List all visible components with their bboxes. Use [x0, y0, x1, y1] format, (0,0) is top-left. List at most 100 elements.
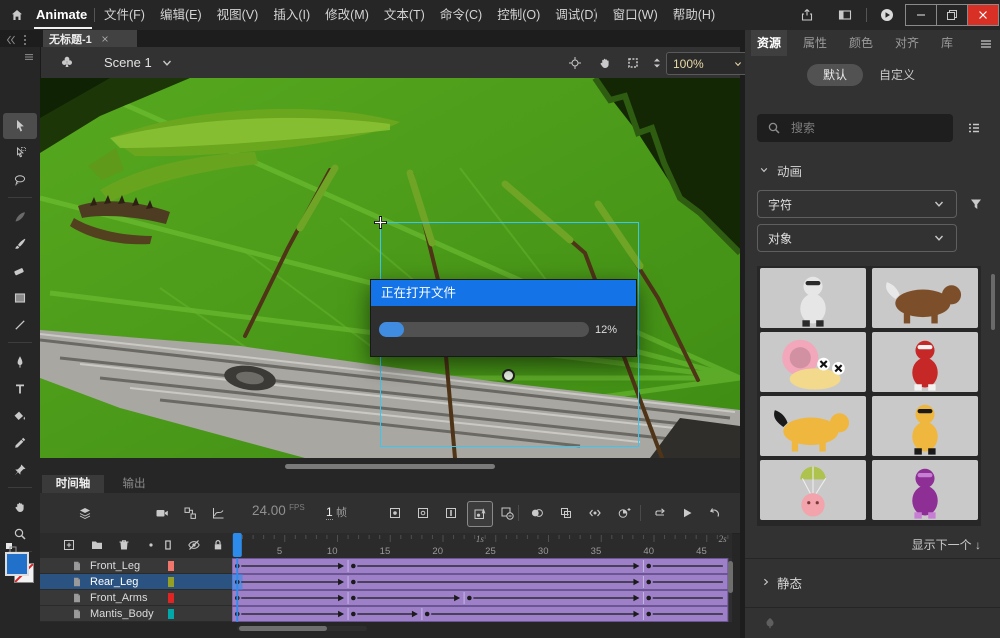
asset-thumbnail-werewolf[interactable]	[872, 268, 978, 328]
section-chevron-icon[interactable]	[760, 576, 771, 587]
panel-tab-属性[interactable]: 属性	[797, 30, 833, 56]
graph-editor-icon[interactable]	[211, 506, 225, 520]
outline-column-icon[interactable]	[161, 538, 175, 552]
timeline-tab-输出[interactable]: 输出	[110, 475, 158, 493]
timeline-frame-grid[interactable]	[232, 558, 732, 622]
edit-symbols-icon[interactable]	[60, 55, 74, 69]
share-icon[interactable]	[800, 8, 814, 22]
panel-tab-资源[interactable]: 资源	[751, 30, 787, 56]
lock-icon[interactable]	[211, 538, 225, 552]
selection-tool[interactable]	[3, 113, 37, 139]
layers-panel-icon[interactable]	[78, 506, 92, 520]
menu-item[interactable]: 命令(C)	[440, 0, 482, 30]
edit-multiple-frames-button[interactable]	[583, 501, 607, 525]
stage-horizontal-scrollbar[interactable]	[40, 458, 740, 475]
layer-row-Mantis_Body[interactable]: Mantis_Body	[40, 606, 232, 622]
app-name[interactable]: Animate	[36, 0, 87, 30]
workspace-icon[interactable]	[838, 8, 852, 22]
filter-icon[interactable]	[969, 197, 983, 211]
delete-icon[interactable]	[117, 538, 131, 552]
asset-thumbnail-dog-lying[interactable]	[760, 396, 866, 456]
asset-thumbnail-santa[interactable]	[872, 332, 978, 392]
fps-value[interactable]: 24.00	[252, 503, 286, 518]
play-button[interactable]	[675, 501, 699, 525]
menu-item[interactable]: 修改(M)	[325, 0, 369, 30]
layer-name[interactable]: Rear_Leg	[90, 576, 138, 588]
layer-color-swatch[interactable]	[168, 561, 174, 571]
section-static-label[interactable]: 静态	[777, 573, 802, 592]
hide-icon[interactable]	[187, 538, 201, 552]
eraser-tool[interactable]	[3, 258, 37, 284]
timeline-tab-时间轴[interactable]: 时间轴	[42, 475, 104, 493]
camera-icon[interactable]	[155, 506, 169, 520]
eyedropper-tool[interactable]	[3, 430, 37, 456]
layer-name[interactable]: Mantis_Body	[90, 608, 154, 620]
hand-mode-icon[interactable]	[598, 56, 612, 70]
document-tab[interactable]: 无标题-1	[43, 30, 137, 47]
pen-tool[interactable]	[3, 349, 37, 375]
search-input[interactable]	[789, 120, 943, 136]
layer-color-swatch[interactable]	[168, 593, 174, 603]
onion-outline-button[interactable]	[554, 501, 578, 525]
timeline-horizontal-scrollbar[interactable]	[237, 626, 367, 631]
text-tool[interactable]	[3, 376, 37, 402]
asset-thumbnail-pig-parachute[interactable]	[760, 460, 866, 520]
scene-chevron-icon[interactable]	[160, 56, 174, 70]
upload-icon[interactable]	[763, 616, 777, 630]
panel-tab-对齐[interactable]: 对齐	[889, 30, 925, 56]
layer-name[interactable]: Front_Leg	[90, 560, 140, 572]
character-dropdown[interactable]: 字符	[757, 190, 957, 218]
home-icon[interactable]	[10, 8, 24, 22]
object-dropdown[interactable]: 对象	[757, 224, 957, 252]
clip-content-icon[interactable]	[626, 56, 640, 70]
list-view-icon[interactable]	[967, 121, 981, 135]
scrollbar-thumb[interactable]	[728, 561, 733, 593]
menu-item[interactable]: 帮助(H)	[673, 0, 715, 30]
section-chevron-icon[interactable]	[758, 164, 769, 175]
menu-item[interactable]: 窗口(W)	[613, 0, 658, 30]
panel-menu-icon[interactable]	[979, 37, 993, 51]
layer-row-Front_Arms[interactable]: Front_Arms	[40, 590, 232, 606]
transform-point[interactable]	[502, 369, 515, 382]
scene-name[interactable]: Scene 1	[104, 47, 152, 78]
insert-keyframe-button[interactable]	[383, 501, 407, 525]
search-box[interactable]	[757, 114, 953, 142]
onion-skin-button[interactable]	[525, 501, 549, 525]
menu-item[interactable]: 文件(F)	[104, 0, 145, 30]
hand-tool[interactable]	[3, 494, 37, 520]
asset-thumbnail-ninja[interactable]	[872, 460, 978, 520]
asset-thumbnail-mummy[interactable]	[760, 268, 866, 328]
mode-button-默认[interactable]: 默认	[807, 64, 863, 86]
asset-thumbnail-dog-sitting[interactable]	[872, 396, 978, 456]
classic-brush-tool[interactable]	[3, 231, 37, 257]
auto-keyframe-button[interactable]	[467, 501, 493, 527]
add-folder-icon[interactable]	[90, 538, 104, 552]
panel-tab-库[interactable]: 库	[935, 30, 959, 56]
fluid-brush-tool[interactable]	[3, 204, 37, 230]
stage[interactable]: 正在打开文件 12%	[40, 78, 740, 458]
insert-blank-keyframe-button[interactable]	[411, 501, 435, 525]
close-tab-icon[interactable]	[100, 34, 110, 44]
asset-warp-tool[interactable]	[3, 457, 37, 483]
menu-item[interactable]: 视图(V)	[217, 0, 259, 30]
onion-range-button[interactable]	[612, 501, 636, 525]
center-stage-icon[interactable]	[568, 56, 582, 70]
add-layer-icon[interactable]	[62, 538, 76, 552]
layer-color-swatch[interactable]	[168, 577, 174, 587]
zoom-stepper-icon[interactable]	[650, 56, 664, 70]
show-next-link[interactable]: 显示下一个 ↓	[845, 536, 981, 553]
scrollbar-thumb[interactable]	[285, 464, 495, 469]
menu-item[interactable]: 编辑(E)	[160, 0, 202, 30]
scrollbar-thumb[interactable]	[239, 626, 327, 631]
rewind-button[interactable]	[702, 501, 726, 525]
timeline-ruler[interactable]: 510152025303540451s2s	[232, 533, 732, 558]
line-tool[interactable]	[3, 312, 37, 338]
panel-tab-颜色[interactable]: 颜色	[843, 30, 879, 56]
zoom-level-dropdown[interactable]: 100%	[666, 52, 752, 75]
restore-button[interactable]	[936, 5, 967, 25]
asset-thumbnail-snail[interactable]	[760, 332, 866, 392]
close-button[interactable]	[967, 5, 998, 25]
menu-item[interactable]: 文本(T)	[384, 0, 425, 30]
menu-item[interactable]: 调试(D)	[555, 0, 597, 30]
layer-parenting-icon[interactable]	[183, 506, 197, 520]
